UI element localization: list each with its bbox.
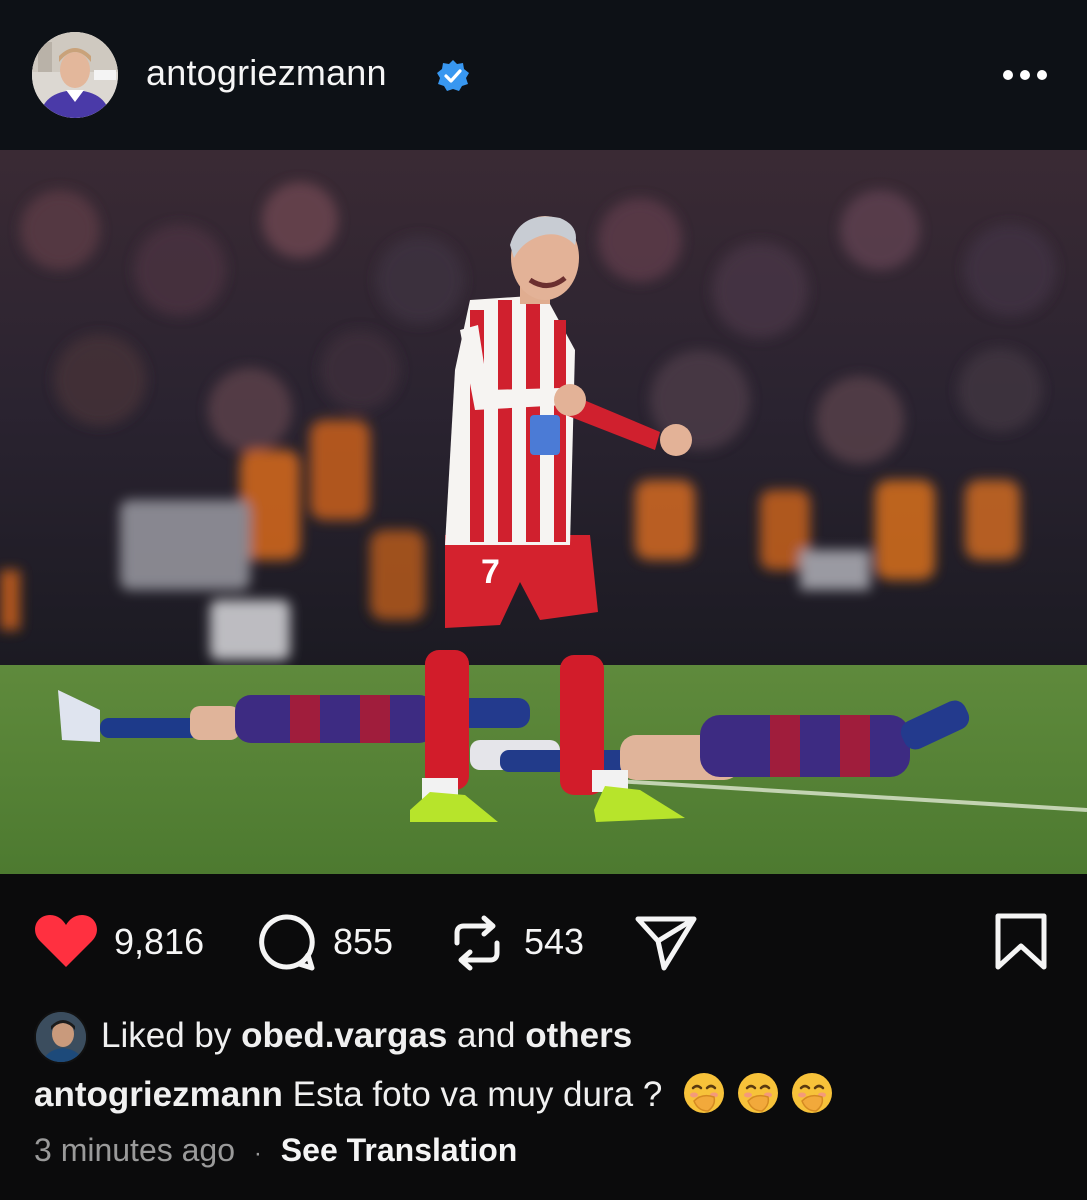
- liked-by-others[interactable]: others: [525, 1016, 632, 1055]
- avatar-photo: [32, 32, 118, 118]
- comment-icon[interactable]: [256, 913, 316, 973]
- post-caption: antogriezmann Esta foto va muy dura ?: [34, 1071, 834, 1115]
- comment-count[interactable]: 855: [333, 921, 393, 963]
- post-username[interactable]: antogriezmann: [146, 52, 387, 94]
- post-photo[interactable]: 7: [0, 150, 1087, 874]
- liked-by-user[interactable]: obed.vargas: [241, 1016, 447, 1055]
- liked-by-prefix: Liked by: [101, 1016, 232, 1055]
- post-meta: 3 minutes ago · See Translation: [34, 1132, 517, 1169]
- share-icon[interactable]: [634, 914, 698, 972]
- liked-by-connector: and: [457, 1016, 516, 1055]
- see-translation-link[interactable]: See Translation: [281, 1132, 518, 1168]
- liked-by-line: Liked by obed.vargas and others: [101, 1016, 632, 1056]
- liked-by-avatar[interactable]: [34, 1010, 88, 1064]
- meta-separator: ·: [253, 1140, 262, 1167]
- heart-icon[interactable]: [34, 913, 98, 969]
- profile-avatar[interactable]: [32, 32, 118, 118]
- hand-over-mouth-emoji-icon: [684, 1073, 725, 1113]
- like-count[interactable]: 9,816: [114, 921, 204, 963]
- football-celebration-image: 7: [0, 150, 1087, 874]
- caption-text: Esta foto va muy dura ?: [292, 1075, 663, 1114]
- bookmark-icon[interactable]: [994, 912, 1048, 972]
- repost-icon[interactable]: [451, 913, 503, 973]
- hand-over-mouth-emoji-icon: [792, 1073, 833, 1113]
- repost-count[interactable]: 543: [524, 921, 584, 963]
- ellipsis-horizontal-icon[interactable]: [1000, 70, 1050, 82]
- verified-badge-icon: [437, 60, 469, 91]
- jersey-number: 7: [481, 553, 500, 591]
- hand-over-mouth-emoji-icon: [738, 1073, 779, 1113]
- post-timestamp: 3 minutes ago: [34, 1132, 236, 1168]
- post-header: antogriezmann: [0, 0, 1087, 150]
- caption-username[interactable]: antogriezmann: [34, 1075, 283, 1114]
